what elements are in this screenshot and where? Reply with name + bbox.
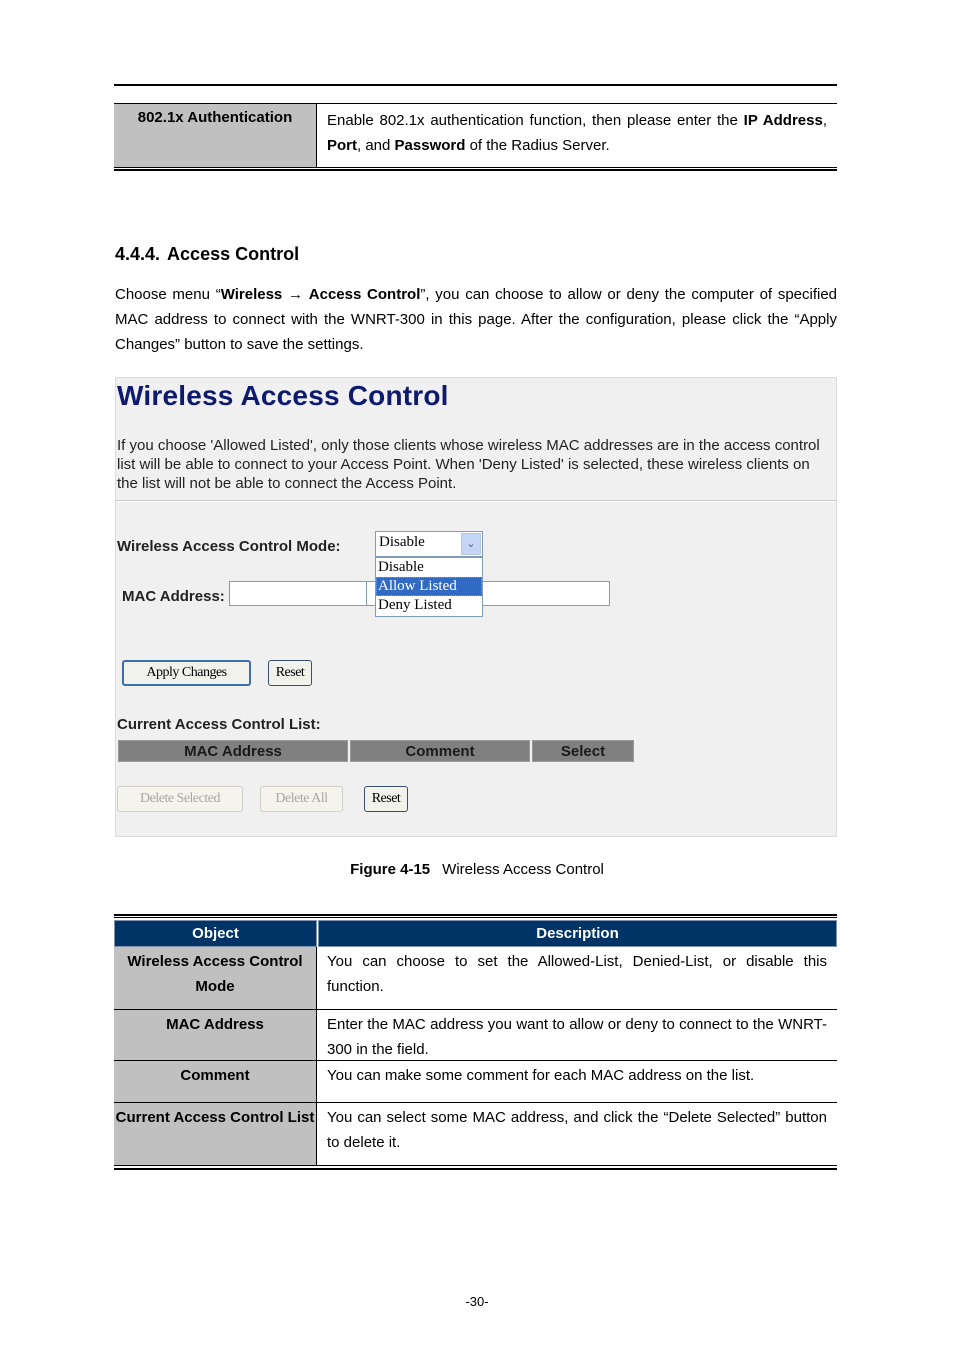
screenshot-title: Wireless Access Control bbox=[117, 380, 449, 411]
mac-address-label: MAC Address: bbox=[122, 588, 225, 605]
access-list-header: MAC Address Comment Select bbox=[118, 740, 636, 762]
row-description: You can select some MAC address, and cli… bbox=[327, 1109, 827, 1151]
divider bbox=[116, 500, 836, 502]
bold-term: Port bbox=[327, 137, 357, 154]
mode-label: Wireless Access Control Mode: bbox=[117, 538, 341, 555]
table-row: Current Access Control List You can sele… bbox=[114, 1103, 837, 1165]
intro-paragraph: Choose menu “Wireless → Access Control”,… bbox=[115, 282, 837, 357]
access-list-label: Current Access Control List: bbox=[117, 716, 321, 733]
list-reset-button[interactable]: Reset bbox=[364, 786, 408, 812]
menu-access-control: Access Control bbox=[308, 286, 421, 303]
page-number: -30- bbox=[465, 1294, 489, 1309]
table-bottom-rule bbox=[114, 167, 837, 171]
mode-select[interactable]: Disable ⌄ bbox=[375, 531, 483, 557]
text: , bbox=[822, 112, 827, 129]
mode-option-deny-listed[interactable]: Deny Listed bbox=[376, 596, 482, 615]
row-object: MAC Address bbox=[114, 1010, 317, 1060]
mac-address-input[interactable] bbox=[229, 581, 368, 606]
top-rule bbox=[114, 84, 837, 86]
menu-wireless: Wireless bbox=[220, 286, 283, 303]
mode-dropdown-list: Disable Allow Listed Deny Listed bbox=[375, 557, 483, 617]
text: , and bbox=[357, 137, 395, 154]
figure-label: Figure 4-15 bbox=[350, 861, 431, 878]
row-object: Comment bbox=[114, 1061, 317, 1102]
section-title: Access Control bbox=[167, 244, 300, 264]
figure-caption: Figure 4-15 Wireless Access Control bbox=[0, 861, 954, 878]
mode-select-value: Disable bbox=[379, 534, 425, 550]
column-comment: Comment bbox=[350, 740, 530, 762]
bold-term: IP Address bbox=[743, 112, 823, 129]
chevron-down-icon[interactable]: ⌄ bbox=[461, 533, 481, 555]
arrow-right-icon: → bbox=[288, 286, 304, 303]
auth-object-cell: 802.1x Authentication bbox=[114, 104, 317, 168]
row-description: You can choose to set the Allowed-List, … bbox=[327, 953, 827, 995]
screenshot-description: If you choose 'Allowed Listed', only tho… bbox=[117, 437, 820, 492]
delete-selected-button[interactable]: Delete Selected bbox=[117, 786, 243, 812]
description-table: Object Description Wireless Access Contr… bbox=[114, 920, 837, 1165]
auth-row: 802.1x Authentication Enable 802.1x auth… bbox=[114, 104, 837, 168]
description-table-header: Object Description bbox=[114, 920, 837, 947]
figure-text: Wireless Access Control bbox=[442, 861, 604, 878]
screenshot-figure: Wireless Access Control If you choose 'A… bbox=[115, 377, 837, 837]
text: Enable 802.1x authentication function, t… bbox=[327, 112, 744, 129]
row-description: Enter the MAC address you want to allow … bbox=[327, 1016, 827, 1058]
text: of the Radius Server. bbox=[465, 137, 610, 154]
auth-table: 802.1x Authentication Enable 802.1x auth… bbox=[114, 103, 837, 168]
header-object: Object bbox=[114, 920, 317, 947]
section-heading: 4.4.4. Access Control bbox=[115, 244, 299, 265]
reset-button[interactable]: Reset bbox=[268, 660, 312, 686]
table-row: Comment You can make some comment for ea… bbox=[114, 1061, 837, 1103]
column-mac-address: MAC Address bbox=[118, 740, 348, 762]
row-object: Wireless Access Control Mode bbox=[114, 947, 317, 1009]
auth-description-cell: Enable 802.1x authentication function, t… bbox=[317, 104, 837, 168]
bold-term: Password bbox=[394, 137, 466, 154]
table-row: MAC Address Enter the MAC address you wa… bbox=[114, 1010, 837, 1061]
section-number: 4.4.4. bbox=[115, 244, 161, 264]
row-description: You can make some comment for each MAC a… bbox=[327, 1067, 755, 1084]
text: Choose menu “ bbox=[115, 286, 221, 303]
column-select: Select bbox=[532, 740, 634, 762]
table-top-rule bbox=[114, 914, 837, 918]
apply-changes-button[interactable]: Apply Changes bbox=[122, 660, 251, 686]
table-bottom-rule bbox=[114, 1165, 837, 1170]
row-object: Current Access Control List bbox=[114, 1103, 317, 1165]
mode-option-disable[interactable]: Disable bbox=[376, 558, 482, 577]
mode-option-allow-listed[interactable]: Allow Listed bbox=[376, 577, 482, 596]
header-description: Description bbox=[318, 920, 837, 947]
table-row: Wireless Access Control Mode You can cho… bbox=[114, 947, 837, 1010]
delete-all-button[interactable]: Delete All bbox=[260, 786, 343, 812]
